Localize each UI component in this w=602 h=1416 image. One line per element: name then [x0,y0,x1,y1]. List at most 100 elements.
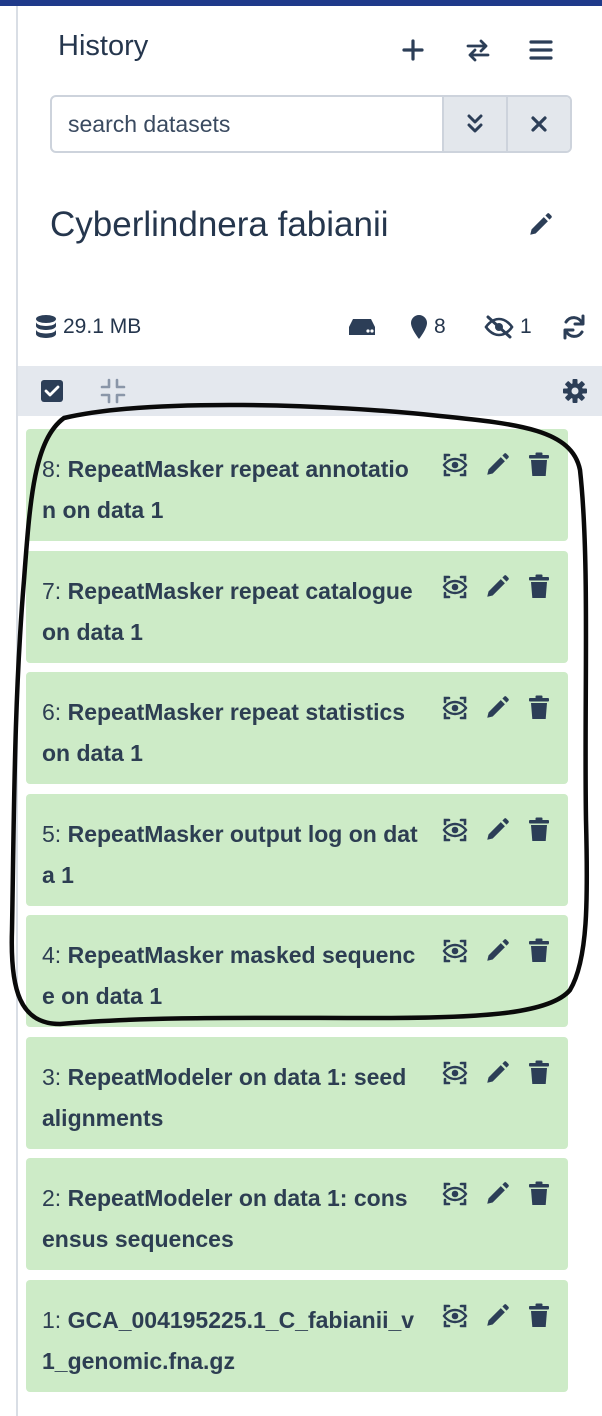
pencil-icon [487,1060,509,1083]
pencil-icon [530,213,552,235]
gear-icon [563,379,587,403]
switch-icon [466,39,490,62]
new-history-button[interactable] [393,30,433,70]
dataset-actions [440,1300,554,1332]
delete-button[interactable] [524,814,554,846]
eye-icon [442,453,468,477]
dataset-name: RepeatMasker repeat annotation on data 1 [42,456,409,523]
database-icon [36,315,56,338]
collapse-items-button[interactable] [97,375,129,407]
selection-toolbar [18,366,602,416]
delete-button[interactable] [524,1178,554,1210]
delete-button[interactable] [524,692,554,724]
dataset-item[interactable]: 5: RepeatMasker output log on data 1 [26,793,568,906]
collapse-icon [100,378,126,404]
clear-search-button[interactable] [506,97,570,151]
display-button[interactable] [440,571,470,603]
eye-icon [442,939,468,963]
dataset-name: RepeatMasker repeat statistics on data 1 [42,699,406,766]
pencil-icon [487,1303,509,1326]
edit-history-button[interactable] [520,205,560,245]
switch-history-button[interactable] [458,30,498,70]
dataset-item[interactable]: 4: RepeatMasker masked sequence on data … [26,915,568,1027]
delete-button[interactable] [524,935,554,967]
dataset-item[interactable]: 3: RepeatModeler on data 1: seed alignme… [26,1036,568,1149]
storage-dashboard-button[interactable] [348,305,376,349]
display-button[interactable] [440,1057,470,1089]
display-button[interactable] [440,1178,470,1210]
display-button[interactable] [440,1300,470,1332]
eye-icon [442,1182,468,1206]
display-button[interactable] [440,935,470,967]
history-settings-button[interactable] [559,375,591,407]
history-size[interactable]: 29.1 MB [35,305,141,349]
history-stats: 29.1 MB 8 1 [0,305,602,349]
dataset-title[interactable]: 5: RepeatMasker output log on data 1 [42,814,418,896]
edit-attributes-button[interactable] [482,935,512,967]
edit-attributes-button[interactable] [482,1057,512,1089]
edit-attributes-button[interactable] [482,814,512,846]
dataset-list: 8: RepeatMasker repeat annotation on dat… [26,429,568,1401]
dataset-title[interactable]: 6: RepeatMasker repeat statistics on dat… [42,692,418,774]
dataset-hid: 4: [42,942,62,968]
dataset-name: GCA_004195225.1_C_fabianii_v1_genomic.fn… [42,1306,415,1374]
trash-icon [529,1303,549,1327]
shown-count: 8 [434,315,446,338]
eye-slash-icon [484,315,514,339]
hard-drive-icon [349,319,375,335]
trash-icon [529,574,549,598]
dataset-title[interactable]: 8: RepeatMasker repeat annotation on dat… [42,449,418,531]
dataset-name: RepeatModeler on data 1: seed alignments [42,1063,407,1131]
delete-button[interactable] [524,1300,554,1332]
pencil-icon [487,817,509,840]
dataset-item[interactable]: 6: RepeatMasker repeat statistics on dat… [26,672,568,784]
dataset-name: RepeatMasker repeat catalogue on data 1 [42,577,413,645]
edit-attributes-button[interactable] [482,449,512,481]
dataset-item[interactable]: 7: RepeatMasker repeat catalogue on data… [26,550,568,663]
dataset-actions [440,571,554,603]
edit-attributes-button[interactable] [482,692,512,724]
edit-attributes-button[interactable] [482,571,512,603]
pencil-icon [487,453,509,475]
dataset-item[interactable]: 2: RepeatModeler on data 1: consensus se… [26,1158,568,1270]
dataset-actions [440,1057,554,1089]
display-button[interactable] [440,449,470,481]
dataset-title[interactable]: 1: GCA_004195225.1_C_fabianii_v1_genomic… [42,1300,418,1382]
refresh-button[interactable] [561,305,587,349]
select-items-button[interactable] [36,375,68,407]
pencil-icon [487,574,509,597]
shown-datasets-filter[interactable]: 8 [410,305,446,349]
dataset-title[interactable]: 3: RepeatModeler on data 1: seed alignme… [42,1057,418,1139]
edit-attributes-button[interactable] [482,1300,512,1332]
eye-icon [442,1061,468,1084]
trash-icon [529,452,549,476]
advanced-search-toggle[interactable] [442,97,506,151]
dataset-title[interactable]: 2: RepeatModeler on data 1: consensus se… [42,1178,418,1260]
dataset-item[interactable]: 1: GCA_004195225.1_C_fabianii_v1_genomic… [26,1279,568,1392]
delete-button[interactable] [524,571,554,603]
pencil-icon [487,696,509,718]
search-group [50,95,572,153]
dataset-item[interactable]: 8: RepeatMasker repeat annotation on dat… [26,429,568,541]
chevrons-down-icon [467,114,483,133]
display-button[interactable] [440,692,470,724]
menu-icon [529,40,553,60]
eye-icon [442,1304,468,1327]
trash-icon [529,938,549,962]
hidden-datasets-filter[interactable]: 1 [484,305,532,349]
delete-button[interactable] [524,1057,554,1089]
edit-attributes-button[interactable] [482,1178,512,1210]
pencil-icon [487,1182,509,1204]
dataset-title[interactable]: 7: RepeatMasker repeat catalogue on data… [42,571,418,653]
history-options-button[interactable] [521,30,561,70]
dataset-title[interactable]: 4: RepeatMasker masked sequence on data … [42,935,418,1017]
dataset-hid: 8: [42,456,62,482]
dataset-hid: 7: [42,577,62,604]
delete-button[interactable] [524,449,554,481]
display-button[interactable] [440,814,470,846]
search-input[interactable] [52,97,442,151]
trash-icon [529,695,549,719]
panel-border [16,6,18,1416]
dataset-actions [440,814,554,846]
close-icon [531,116,547,132]
